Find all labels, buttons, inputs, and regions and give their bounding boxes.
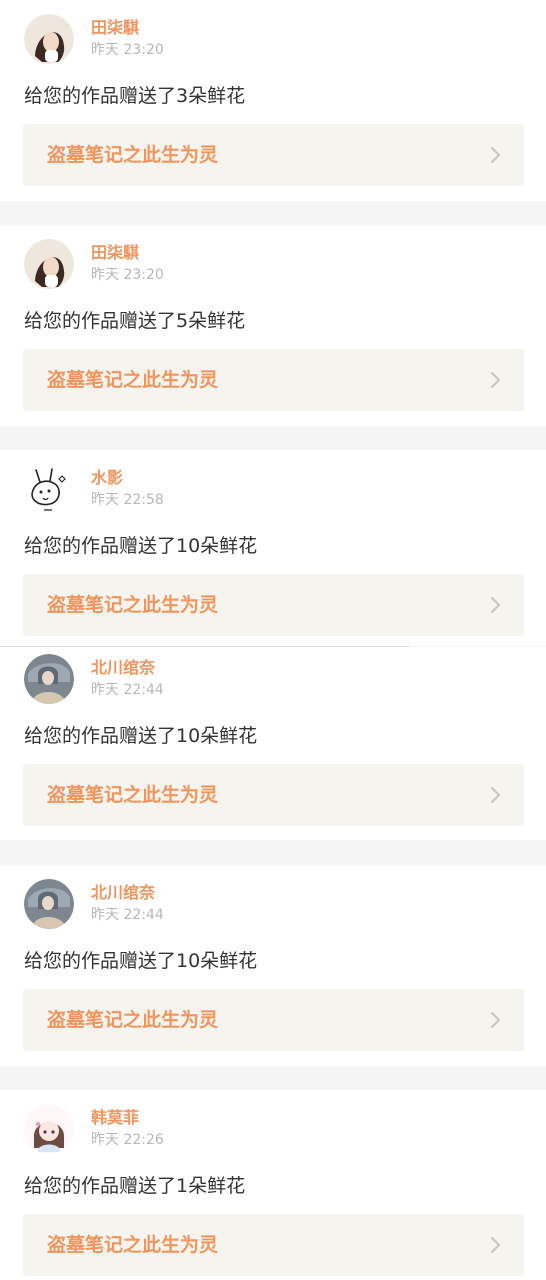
work-link[interactable]: 盗墓笔记之此生为灵 [23,124,524,186]
avatar-photo-icon[interactable] [24,239,74,289]
avatar-photo-icon[interactable] [24,879,74,929]
gift-message: 给您的作品赠送了10朵鲜花 [24,535,258,557]
chevron-right-icon [490,1011,501,1029]
notification-card: 北川绾奈 昨天 22:44 给您的作品赠送了10朵鲜花 盗墓笔记之此生为灵 [0,647,546,840]
username[interactable]: 北川绾奈 [91,883,164,903]
card-header: 田柒騏 昨天 23:20 [24,14,164,64]
chevron-right-icon [490,1236,501,1254]
work-title: 盗墓笔记之此生为灵 [47,594,219,616]
avatar-photo-icon[interactable] [24,14,74,64]
timestamp: 昨天 23:20 [91,42,164,58]
chevron-right-icon [490,596,501,614]
work-title: 盗墓笔记之此生为灵 [47,1009,219,1031]
notification-card: 田柒騏 昨天 23:20 给您的作品赠送了3朵鲜花 盗墓笔记之此生为灵 [0,0,546,201]
chevron-right-icon [490,146,501,164]
card-header: 北川绾奈 昨天 22:44 [24,654,164,704]
gift-message: 给您的作品赠送了10朵鲜花 [24,725,258,747]
gift-message: 给您的作品赠送了3朵鲜花 [24,85,246,107]
card-header: 韩莫菲 昨天 22:26 [24,1104,164,1154]
notification-card: 韩莫菲 昨天 22:26 给您的作品赠送了1朵鲜花 盗墓笔记之此生为灵 [0,1090,546,1280]
timestamp: 昨天 22:44 [91,907,164,923]
chevron-right-icon [490,786,501,804]
gift-message: 给您的作品赠送了5朵鲜花 [24,310,246,332]
username[interactable]: 田柒騏 [91,18,164,38]
gift-message: 给您的作品赠送了1朵鲜花 [24,1175,246,1197]
username[interactable]: 水影 [91,468,164,488]
username[interactable]: 北川绾奈 [91,658,164,678]
timestamp: 昨天 22:58 [91,492,164,508]
work-title: 盗墓笔记之此生为灵 [47,144,219,166]
work-title: 盗墓笔记之此生为灵 [47,784,219,806]
gift-notification-feed: 田柒騏 昨天 23:20 给您的作品赠送了3朵鲜花 盗墓笔记之此生为灵 田柒騏 … [0,0,546,1280]
avatar-doodle-icon[interactable] [24,464,74,514]
work-link[interactable]: 盗墓笔记之此生为灵 [23,574,524,636]
work-link[interactable]: 盗墓笔记之此生为灵 [23,349,524,411]
card-header: 北川绾奈 昨天 22:44 [24,879,164,929]
notification-card: 水影 昨天 22:58 给您的作品赠送了10朵鲜花 盗墓笔记之此生为灵 [0,450,546,646]
work-title: 盗墓笔记之此生为灵 [47,369,219,391]
user-meta: 水影 昨天 22:58 [91,468,164,510]
notification-card: 田柒騏 昨天 23:20 给您的作品赠送了5朵鲜花 盗墓笔记之此生为灵 [0,225,546,426]
user-meta: 田柒騏 昨天 23:20 [91,243,164,285]
avatar-anime-girl-icon[interactable] [24,1104,74,1154]
timestamp: 昨天 23:20 [91,267,164,283]
user-meta: 北川绾奈 昨天 22:44 [91,883,164,925]
avatar-photo-icon[interactable] [24,654,74,704]
gift-message: 给您的作品赠送了10朵鲜花 [24,950,258,972]
user-meta: 田柒騏 昨天 23:20 [91,18,164,60]
timestamp: 昨天 22:26 [91,1132,164,1148]
card-header: 田柒騏 昨天 23:20 [24,239,164,289]
username[interactable]: 韩莫菲 [91,1108,164,1128]
chevron-right-icon [490,371,501,389]
work-title: 盗墓笔记之此生为灵 [47,1234,219,1256]
notification-card: 北川绾奈 昨天 22:44 给您的作品赠送了10朵鲜花 盗墓笔记之此生为灵 [0,865,546,1066]
work-link[interactable]: 盗墓笔记之此生为灵 [23,764,524,826]
card-header: 水影 昨天 22:58 [24,464,164,514]
user-meta: 北川绾奈 昨天 22:44 [91,658,164,700]
username[interactable]: 田柒騏 [91,243,164,263]
user-meta: 韩莫菲 昨天 22:26 [91,1108,164,1150]
timestamp: 昨天 22:44 [91,682,164,698]
work-link[interactable]: 盗墓笔记之此生为灵 [23,1214,524,1276]
work-link[interactable]: 盗墓笔记之此生为灵 [23,989,524,1051]
